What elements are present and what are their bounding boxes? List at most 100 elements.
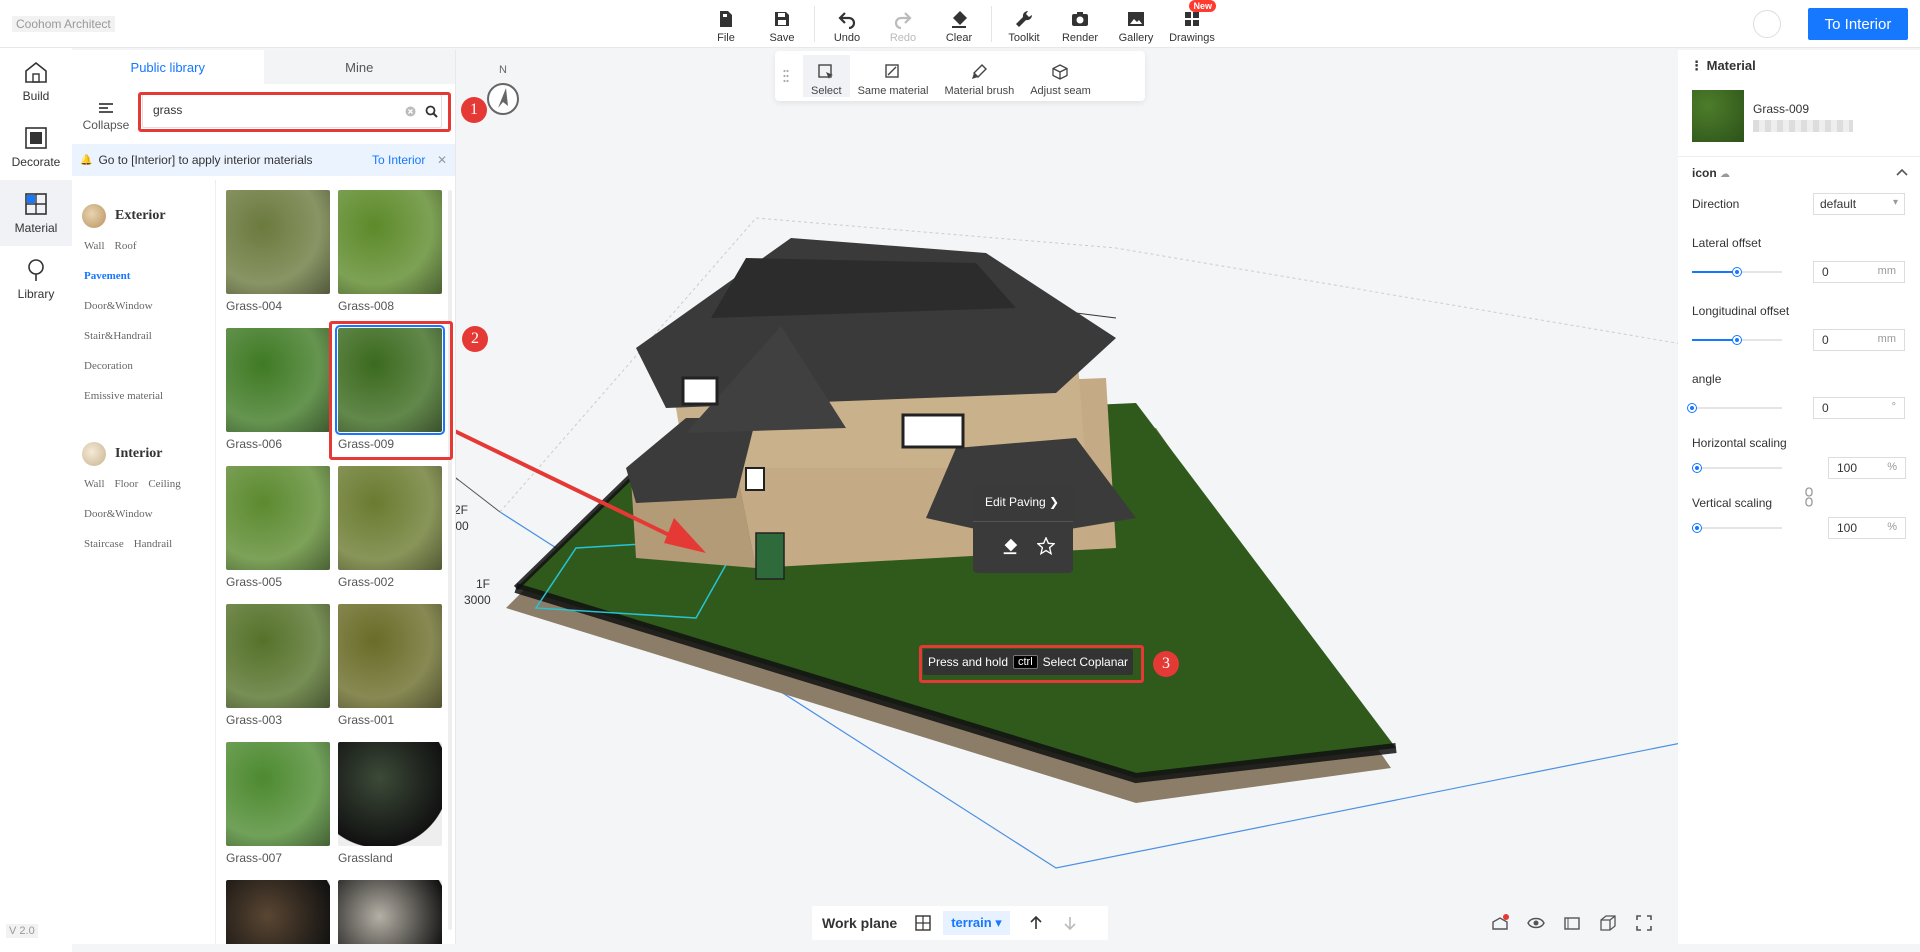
collapse-button[interactable]: Collapse	[82, 102, 130, 132]
toolkit-button[interactable]: Toolkit	[996, 4, 1052, 44]
terrain-view-icon[interactable]	[1491, 914, 1509, 932]
category-roof[interactable]: Roof	[115, 240, 137, 252]
category-interior-wall[interactable]: Wall	[84, 478, 105, 490]
save-button[interactable]: Save	[754, 4, 810, 44]
material-swatch	[226, 604, 330, 708]
lateral-offset-slider[interactable]	[1692, 268, 1782, 276]
notice-link[interactable]: To Interior	[372, 153, 425, 167]
redo-button[interactable]: Redo	[875, 4, 931, 44]
material-tile[interactable]: Grass-003	[226, 604, 330, 727]
compass[interactable]: N	[486, 64, 520, 124]
vertical-scaling-input[interactable]: 100%	[1828, 517, 1906, 539]
door	[755, 532, 785, 580]
adjust-seam-button[interactable]: Adjust seam	[1022, 55, 1099, 97]
drag-handle-icon[interactable]	[783, 69, 795, 83]
gallery-button[interactable]: Gallery	[1108, 4, 1164, 44]
material-tile[interactable]: Grass-004	[226, 190, 330, 313]
angle-input[interactable]: 0 °	[1813, 397, 1905, 419]
annotation-badge-3: 3	[1153, 651, 1179, 677]
collapse-icon	[99, 103, 113, 113]
category-door-window[interactable]: Door&Window	[84, 300, 153, 312]
category-emissive-material[interactable]: Emissive material	[84, 390, 163, 402]
window	[901, 413, 965, 449]
file-button[interactable]: File	[698, 4, 754, 44]
longitudinal-offset-slider[interactable]	[1692, 336, 1782, 344]
close-icon[interactable]: ✕	[437, 153, 447, 167]
avatar[interactable]	[1753, 10, 1781, 38]
vertical-scaling-slider[interactable]	[1692, 524, 1782, 532]
2d-view-icon[interactable]	[1563, 914, 1581, 932]
category-handrail[interactable]: Handrail	[134, 538, 172, 550]
tab-public-library[interactable]: Public library	[72, 50, 264, 84]
3d-view-icon[interactable]	[1599, 914, 1617, 932]
category-decoration[interactable]: Decoration	[84, 360, 133, 372]
rail-library[interactable]: Library	[0, 246, 72, 312]
rail-decorate[interactable]: Decorate	[0, 114, 72, 180]
drawings-button[interactable]: Drawings New	[1164, 0, 1220, 44]
material-brush-button[interactable]: Material brush	[937, 55, 1023, 97]
material-tile[interactable]	[226, 880, 330, 944]
category-exterior[interactable]: Exterior	[82, 204, 166, 228]
chevron-up-icon[interactable]	[1896, 168, 1908, 176]
category-interior[interactable]: Interior	[82, 442, 162, 466]
longitudinal-offset-input[interactable]: 0 mm	[1813, 329, 1905, 351]
rail-build[interactable]: Build	[0, 48, 72, 114]
direction-select[interactable]: default ▾	[1813, 193, 1905, 215]
camera-icon	[1072, 12, 1088, 26]
arrow-down-icon[interactable]	[1062, 915, 1078, 931]
category-wall[interactable]: Wall	[84, 240, 105, 252]
eraser-icon[interactable]	[1001, 537, 1019, 555]
horizontal-scaling-input[interactable]: 100%	[1828, 457, 1906, 479]
rail-material[interactable]: Material	[0, 180, 72, 246]
interior-thumb	[82, 442, 106, 466]
material-tile[interactable]: Grass-005	[226, 466, 330, 589]
gallery-icon	[1128, 12, 1144, 26]
grid-icon[interactable]	[915, 915, 931, 931]
category-interior-door-window[interactable]: Door&Window	[84, 508, 153, 520]
render-button[interactable]: Render	[1052, 4, 1108, 44]
material-tile[interactable]: Grass-008	[338, 190, 442, 313]
material-swatch	[338, 880, 442, 944]
undo-icon	[838, 12, 856, 29]
star-icon[interactable]	[1037, 537, 1055, 555]
material-tile[interactable]: Grass-007	[226, 742, 330, 865]
undo-button[interactable]: Undo	[819, 4, 875, 44]
exterior-thumb	[82, 204, 106, 228]
edit-paving-button[interactable]: Edit Paving ❯	[985, 495, 1059, 509]
material-tile[interactable]: Grass-002	[338, 466, 442, 589]
level-2f-label: 2F	[456, 503, 468, 517]
category-ceiling[interactable]: Ceiling	[148, 478, 180, 490]
cube-icon	[1052, 64, 1069, 80]
lateral-offset-input[interactable]: 0 mm	[1813, 261, 1905, 283]
category-pavement[interactable]: Pavement	[84, 270, 130, 282]
category-staircase[interactable]: Staircase	[84, 538, 124, 550]
terrain-dropdown[interactable]: terrain ▾	[943, 911, 1010, 935]
material-tile[interactable]	[338, 880, 442, 944]
horizontal-scaling-slider[interactable]	[1692, 464, 1782, 472]
clear-button[interactable]: Clear	[931, 4, 987, 44]
same-material-button[interactable]: Same material	[850, 55, 937, 97]
material-tile[interactable]: Grassland	[338, 742, 442, 865]
link-icon[interactable]	[1804, 486, 1814, 508]
material-grid: Grass-004 Grass-008 Grass-006 Grass-009 Gras…	[215, 180, 455, 944]
material-swatch	[338, 190, 442, 294]
eye-icon[interactable]	[1527, 914, 1545, 932]
to-interior-button[interactable]: To Interior	[1808, 8, 1908, 40]
tab-mine[interactable]: Mine	[263, 50, 455, 84]
angle-slider[interactable]	[1688, 404, 1782, 412]
material-swatch	[338, 742, 442, 846]
category-list: Exterior Wall Roof Pavement Door&Window S…	[72, 180, 212, 944]
select-tool-button[interactable]: Select	[803, 55, 850, 97]
category-floor[interactable]: Floor	[115, 478, 139, 490]
material-name: Grass-004	[226, 299, 283, 313]
category-stair-handrail[interactable]: Stair&Handrail	[84, 330, 152, 342]
cloud-icon: ☁	[1720, 169, 1731, 180]
work-plane-label: Work plane	[822, 915, 898, 931]
fullscreen-icon[interactable]	[1635, 914, 1653, 932]
material-name: Grass-001	[338, 713, 395, 727]
material-tile[interactable]: Grass-001	[338, 604, 442, 727]
interior-row-2: Staircase Handrail	[84, 538, 182, 550]
grid-scrollbar[interactable]	[448, 190, 452, 930]
material-tile[interactable]: Grass-006	[226, 328, 330, 451]
arrow-up-icon[interactable]	[1028, 915, 1044, 931]
